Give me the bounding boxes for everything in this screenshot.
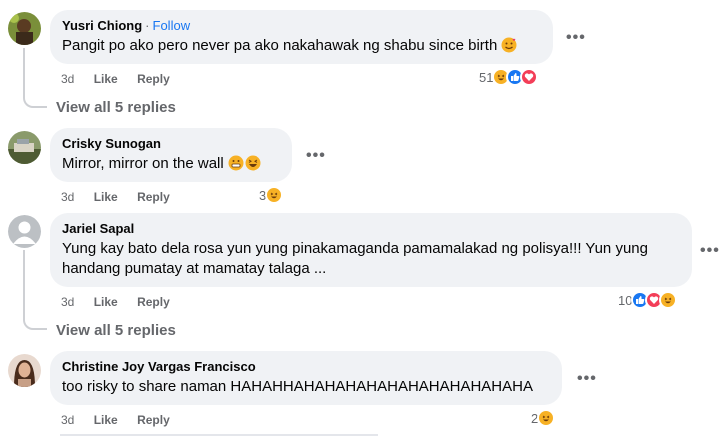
comment-text-line-1: Yung kay bato dela rosa yun yung pinakam… (62, 240, 648, 257)
comment-author[interactable]: Christine Joy Vargas Francisco (62, 359, 550, 375)
reply-button[interactable]: Reply (137, 413, 170, 427)
comment-text: Pangit po ako pero never pa ako nakahawa… (62, 37, 498, 54)
comment-actions: 3d Like Reply (61, 413, 186, 427)
comment-bubble: Crisky Sunogan Mirror, mirror on the wal… (50, 128, 292, 182)
like-button[interactable]: Like (94, 295, 118, 309)
avatar[interactable] (8, 12, 41, 45)
haha-icon (659, 291, 678, 309)
reaction-count: 51 (479, 69, 494, 85)
reply-thread-curve (23, 316, 47, 330)
comment-actions: 3d Like Reply (61, 72, 186, 86)
view-replies-link[interactable]: View all 5 replies (56, 322, 176, 339)
bottom-divider (60, 434, 378, 436)
reaction-summary[interactable]: 10 (618, 291, 678, 309)
love-icon (520, 68, 539, 86)
like-button[interactable]: Like (94, 72, 118, 86)
follow-button[interactable]: Follow (153, 18, 191, 33)
avatar[interactable] (8, 354, 41, 387)
avatar[interactable] (8, 215, 41, 248)
more-options-icon[interactable]: ••• (566, 30, 586, 46)
view-replies-link[interactable]: View all 5 replies (56, 99, 176, 116)
reaction-count: 10 (618, 292, 633, 308)
separator: · (145, 18, 150, 33)
comment-bubble: Jariel Sapal Yung kay bato dela rosa yun… (50, 213, 692, 287)
comment-time[interactable]: 3d (61, 190, 74, 204)
like-button[interactable]: Like (94, 413, 118, 427)
comment-actions: 3d Like Reply (61, 295, 186, 309)
reaction-summary[interactable]: 51 (479, 68, 539, 86)
comment-time[interactable]: 3d (61, 72, 74, 86)
haha-icon (537, 409, 556, 427)
comment-text: too risky to share naman HAHAHHAHAHAHAHA… (62, 378, 533, 395)
comment-bubble: Yusri Chiong · Follow Pangit po ako pero n… (50, 10, 553, 64)
more-options-icon[interactable]: ••• (577, 371, 597, 387)
reply-thread-curve (23, 94, 47, 108)
reaction-summary[interactable]: 3 (259, 186, 284, 204)
more-options-icon[interactable]: ••• (306, 148, 326, 164)
comment-author[interactable]: Crisky Sunogan (62, 136, 280, 152)
more-options-icon[interactable]: ••• (700, 243, 720, 259)
comment-time[interactable]: 3d (61, 295, 74, 309)
comment-author[interactable]: Yusri Chiong (62, 18, 142, 33)
reply-button[interactable]: Reply (137, 72, 170, 86)
comment-time[interactable]: 3d (61, 413, 74, 427)
reply-button[interactable]: Reply (137, 190, 170, 204)
like-button[interactable]: Like (94, 190, 118, 204)
reaction-summary[interactable]: 2 (531, 409, 556, 427)
grimace-emoji-icon (228, 155, 244, 171)
avatar[interactable] (8, 131, 41, 164)
reply-thread-line (23, 48, 25, 94)
smiling-hearts-emoji-icon (501, 37, 517, 53)
reply-thread-line (23, 250, 25, 316)
comment-bubble: Christine Joy Vargas Francisco too risky… (50, 351, 562, 405)
comment-author[interactable]: Jariel Sapal (62, 221, 680, 237)
comment-text-line-2: handang pumatay at mamatay talaga ... (62, 260, 327, 277)
reply-button[interactable]: Reply (137, 295, 170, 309)
haha-icon (265, 186, 284, 204)
comment-text: Mirror, mirror on the wall (62, 155, 224, 172)
laughing-emoji-icon (245, 155, 261, 171)
comment-actions: 3d Like Reply (61, 190, 186, 204)
